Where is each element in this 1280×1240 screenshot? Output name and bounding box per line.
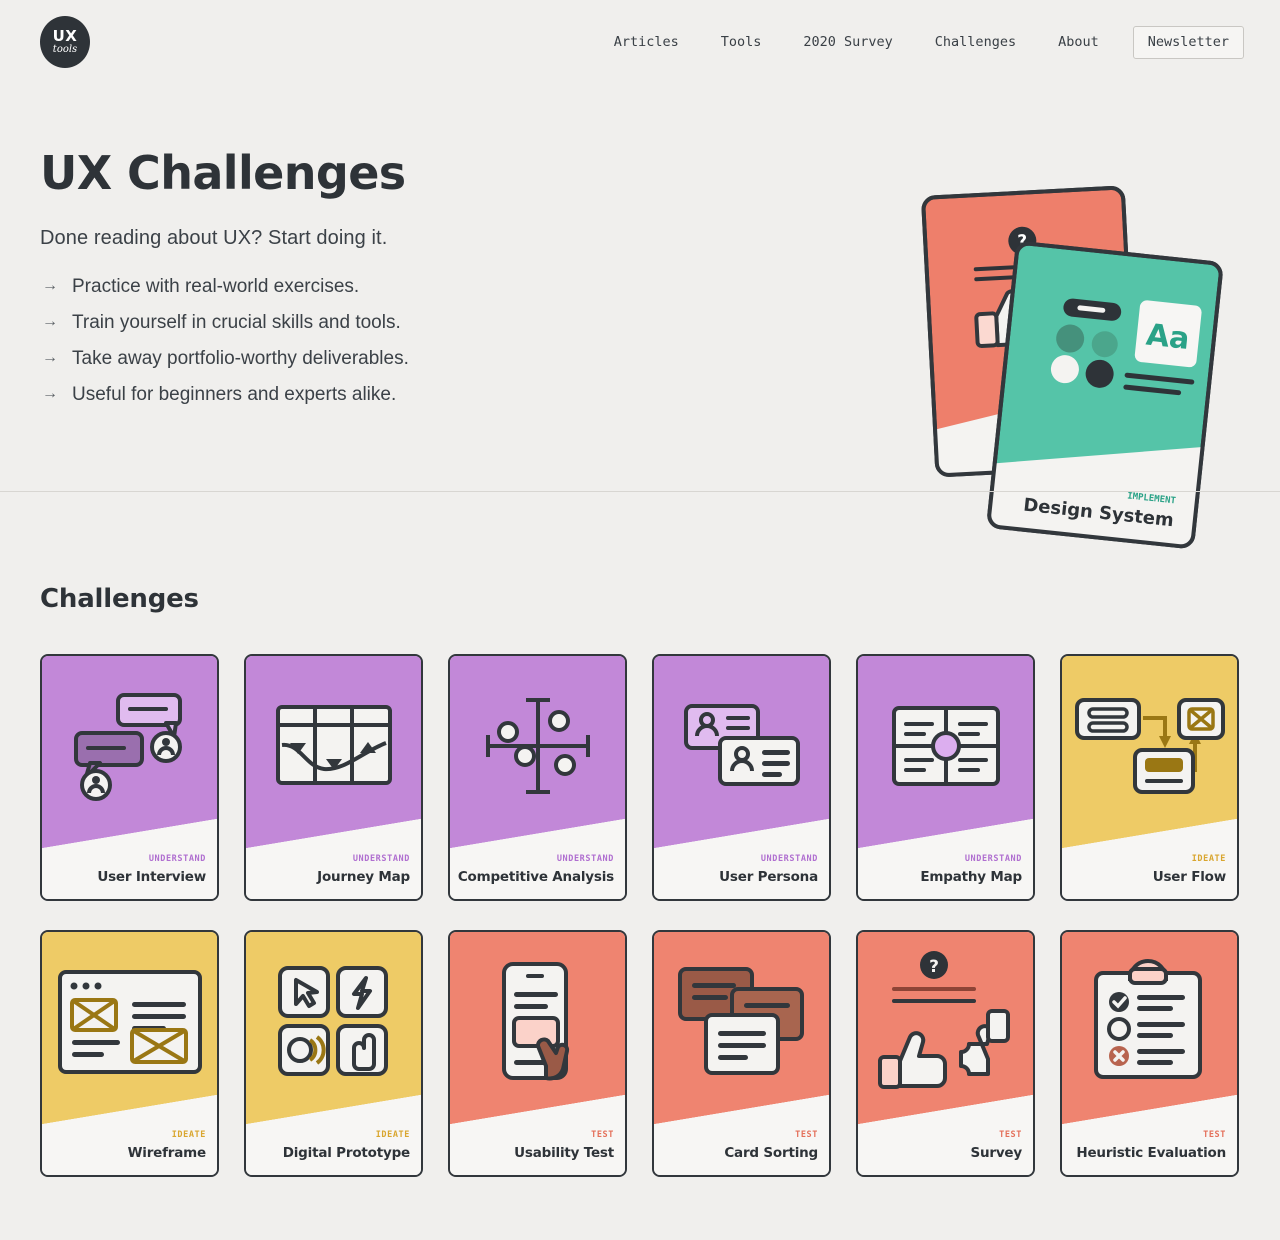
- card-title: Empathy Map: [920, 869, 1022, 885]
- card-category-tag: UNDERSTAND: [964, 854, 1022, 864]
- wireframe-browser-icon: [42, 932, 217, 1112]
- arrow-right-icon: →: [42, 348, 58, 366]
- card-meta: IDEATE Digital Prototype: [246, 1130, 410, 1161]
- prototype-tiles-icon: [246, 932, 421, 1112]
- hero-bullet-label: Practice with real-world exercises.: [72, 275, 360, 297]
- hero-bullet: → Train yourself in crucial skills and to…: [40, 312, 660, 334]
- card-title: Card Sorting: [724, 1145, 818, 1161]
- hero-bullet: → Useful for beginners and experts alike.: [40, 384, 660, 406]
- card-title: Survey: [970, 1145, 1022, 1161]
- phone-tap-icon: [450, 932, 625, 1112]
- stacked-cards-icon: [654, 932, 829, 1112]
- challenge-card-usability-test[interactable]: TEST Usability Test: [448, 930, 627, 1177]
- card-category-tag: UNDERSTAND: [760, 854, 818, 864]
- card-meta: UNDERSTAND Journey Map: [246, 854, 410, 885]
- hero-bullet-label: Useful for beginners and experts alike.: [72, 383, 397, 405]
- card-title: User Flow: [1152, 869, 1227, 885]
- section-title: Challenges: [40, 584, 199, 614]
- hero-illustration: ? Aa IMPLEMENT Design System: [915, 175, 1245, 560]
- hero-bullet-label: Train yourself in crucial skills and too…: [72, 311, 401, 333]
- challenge-card-user-flow[interactable]: IDEATE User Flow: [1060, 654, 1239, 901]
- card-category-tag: TEST: [591, 1130, 614, 1140]
- challenge-card-digital-prototype[interactable]: IDEATE Digital Prototype: [244, 930, 423, 1177]
- challenge-card-user-interview[interactable]: UNDERSTAND User Interview: [40, 654, 219, 901]
- arrow-right-icon: →: [42, 312, 58, 330]
- hero-bullet: → Practice with real-world exercises.: [40, 276, 660, 298]
- card-meta: IDEATE Wireframe: [42, 1130, 207, 1161]
- card-meta: TEST Usability Test: [450, 1130, 614, 1161]
- challenge-card-competitive-analysis[interactable]: UNDERSTAND Competitive Analysis: [448, 654, 627, 901]
- card-category-tag: IDEATE: [171, 1130, 206, 1140]
- card-title: Competitive Analysis: [457, 869, 614, 885]
- challenge-card-grid: UNDERSTAND User Interview UNDERSTAND Journ…: [40, 654, 1240, 1177]
- card-title: Journey Map: [317, 869, 410, 885]
- card-category-tag: IDEATE: [1191, 854, 1226, 864]
- challenge-card-user-persona[interactable]: UNDERSTAND User Persona: [652, 654, 831, 901]
- persona-cards-icon: [654, 656, 829, 836]
- card-title: User Persona: [719, 869, 818, 885]
- speech-bubbles-icon: [42, 656, 217, 836]
- quadrant-chart-icon: [450, 656, 625, 836]
- card-meta: TEST Heuristic Evaluation: [1062, 1130, 1226, 1161]
- card-meta: UNDERSTAND Competitive Analysis: [450, 854, 614, 885]
- card-category-tag: TEST: [999, 1130, 1022, 1140]
- card-title: Wireframe: [127, 1145, 207, 1161]
- card-title: Usability Test: [514, 1145, 614, 1161]
- clipboard-checklist-icon: [1062, 932, 1237, 1112]
- card-category-tag: IDEATE: [375, 1130, 410, 1140]
- card-category-tag: UNDERSTAND: [148, 854, 206, 864]
- hero-text-block: UX Challenges Done reading about UX? Sta…: [40, 148, 660, 420]
- card-title: Digital Prototype: [282, 1145, 410, 1161]
- hero-divider: [0, 491, 1280, 492]
- card-meta: UNDERSTAND User Interview: [42, 854, 206, 885]
- flow-diagram-icon: [1062, 656, 1237, 836]
- journey-grid-icon: [246, 656, 421, 836]
- empathy-quadrant-icon: [858, 656, 1033, 836]
- card-meta: UNDERSTAND Empathy Map: [858, 854, 1022, 885]
- hero-bullet-label: Take away portfolio-worthy deliverables.: [72, 347, 409, 369]
- challenge-card-card-sorting[interactable]: TEST Card Sorting: [652, 930, 831, 1177]
- card-category-tag: UNDERSTAND: [556, 854, 614, 864]
- challenge-card-empathy-map[interactable]: UNDERSTAND Empathy Map: [856, 654, 1035, 901]
- card-meta: UNDERSTAND User Persona: [654, 854, 818, 885]
- arrow-right-icon: →: [42, 276, 58, 294]
- challenge-card-heuristic-evaluation[interactable]: TEST Heuristic Evaluation: [1060, 930, 1239, 1177]
- page-root: UX tools Articles Tools 2020 Survey Challen…: [0, 0, 1280, 1240]
- page-title: UX Challenges: [40, 146, 406, 200]
- card-category-tag: TEST: [1203, 1130, 1226, 1140]
- hero-section: UX Challenges Done reading about UX? Sta…: [0, 0, 1280, 549]
- card-meta: TEST Survey: [858, 1130, 1022, 1161]
- hero-front-card: Aa IMPLEMENT Design System: [987, 241, 1223, 549]
- svg-text:?: ?: [929, 957, 939, 977]
- challenge-card-journey-map[interactable]: UNDERSTAND Journey Map: [244, 654, 423, 901]
- card-category-tag: UNDERSTAND: [352, 854, 410, 864]
- arrow-right-icon: →: [42, 384, 58, 402]
- challenge-card-wireframe[interactable]: IDEATE Wireframe: [40, 930, 219, 1177]
- hero-subtitle: Done reading about UX? Start doing it.: [40, 226, 388, 249]
- challenge-card-survey[interactable]: ? TEST Survey: [856, 930, 1035, 1177]
- card-category-tag: TEST: [795, 1130, 818, 1140]
- hero-bullet-list: → Practice with real-world exercises. → Tra…: [40, 276, 660, 406]
- hero-cards-svg: ? Aa IMPLEMENT Design System: [921, 186, 1223, 549]
- card-title: Heuristic Evaluation: [1076, 1145, 1226, 1161]
- card-title: User Interview: [97, 869, 206, 885]
- svg-text:Aa: Aa: [1144, 318, 1191, 357]
- thumbs-updown-icon: ?: [858, 932, 1033, 1112]
- card-meta: TEST Card Sorting: [654, 1130, 818, 1161]
- card-meta: IDEATE User Flow: [1062, 854, 1227, 885]
- hero-bullet: → Take away portfolio-worthy deliverables…: [40, 348, 660, 370]
